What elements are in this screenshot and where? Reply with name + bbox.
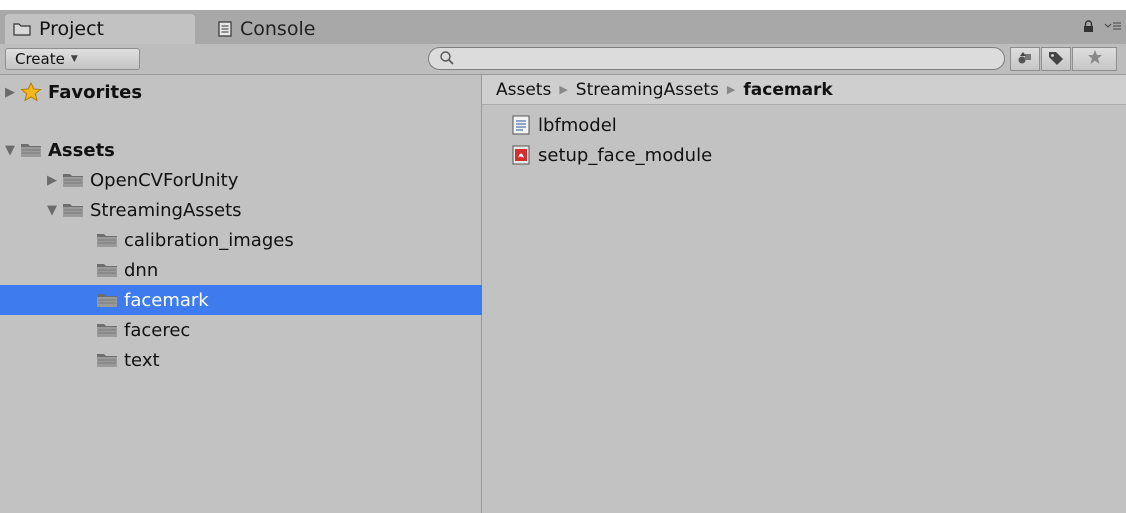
favorite-star-icon xyxy=(1087,49,1103,69)
folder-contents: Assets ▶ StreamingAssets ▶ facemark lbfm… xyxy=(482,75,1126,513)
breadcrumb-item[interactable]: Assets xyxy=(496,80,551,100)
tree-item-assets[interactable]: ▼ Assets xyxy=(0,135,483,165)
star-icon xyxy=(20,82,42,102)
search-input[interactable] xyxy=(459,48,990,71)
collapse-arrow-icon[interactable]: ▼ xyxy=(2,143,18,158)
breadcrumb-separator-icon: ▶ xyxy=(726,83,736,96)
filter-by-label-button[interactable] xyxy=(1041,47,1071,71)
collapse-arrow-icon[interactable]: ▼ xyxy=(44,203,60,218)
breadcrumb-item[interactable]: StreamingAssets xyxy=(576,80,719,100)
tree-item-favorites[interactable]: ▶ Favorites xyxy=(0,77,483,107)
search-icon xyxy=(439,50,455,70)
create-button[interactable]: Create ▼ xyxy=(5,48,140,70)
breadcrumb: Assets ▶ StreamingAssets ▶ facemark xyxy=(482,75,1126,105)
tree-item-label: StreamingAssets xyxy=(90,199,242,221)
text-document-icon xyxy=(512,115,530,135)
file-item-setup-face-module[interactable]: setup_face_module xyxy=(512,141,712,169)
expand-arrow-icon[interactable]: ▶ xyxy=(2,85,18,100)
breadcrumb-current[interactable]: facemark xyxy=(743,80,832,100)
toolbar: Create ▼ xyxy=(0,44,1126,75)
tree-item-label: facemark xyxy=(124,289,209,311)
folder-icon xyxy=(96,352,118,368)
filter-by-label-icon xyxy=(1048,50,1064,69)
tree-item-label: text xyxy=(124,349,160,371)
chevron-down-icon: ▼ xyxy=(70,54,78,64)
filter-by-type-button[interactable] xyxy=(1010,47,1040,71)
tree-item-label: Assets xyxy=(48,139,115,161)
tab-project-label: Project xyxy=(39,18,105,40)
folder-icon xyxy=(13,22,31,36)
tab-console-label: Console xyxy=(240,18,316,40)
tree-item-opencvforunity[interactable]: ▶ OpenCVForUnity xyxy=(0,165,525,195)
cropped-caption-strip xyxy=(0,0,1126,10)
breadcrumb-separator-icon: ▶ xyxy=(559,83,568,96)
filter-by-type-icon xyxy=(1017,50,1033,69)
folder-icon xyxy=(96,322,118,338)
console-icon xyxy=(218,21,232,37)
folder-icon xyxy=(96,292,118,308)
tab-project[interactable]: Project xyxy=(5,14,195,44)
create-button-label: Create xyxy=(15,50,65,68)
tree-item-label: dnn xyxy=(124,259,159,281)
folder-tree: ▶ Favorites ▼ Assets ▶ OpenCVForUnity ▼ xyxy=(0,75,575,513)
pdf-document-icon xyxy=(512,145,530,165)
file-label: lbfmodel xyxy=(538,114,617,136)
file-item-lbfmodel[interactable]: lbfmodel xyxy=(512,111,617,139)
tree-item-label: OpenCVForUnity xyxy=(90,169,239,191)
tree-item-label: calibration_images xyxy=(124,229,294,251)
folder-icon xyxy=(62,172,84,188)
expand-arrow-icon[interactable]: ▶ xyxy=(44,173,60,188)
tree-item-label: Favorites xyxy=(48,81,143,103)
context-menu-icon[interactable] xyxy=(1104,20,1122,36)
file-label: setup_face_module xyxy=(538,144,713,166)
project-window: Project Console Create ▼ ▶ Favorites ▼ A… xyxy=(0,10,1126,513)
favorite-star-button[interactable] xyxy=(1072,47,1117,71)
lock-icon[interactable] xyxy=(1083,20,1094,37)
folder-icon xyxy=(96,232,118,248)
tree-item-streamingassets[interactable]: ▼ StreamingAssets xyxy=(0,195,525,225)
folder-icon xyxy=(62,202,84,218)
tree-item-label: facerec xyxy=(124,319,191,341)
folder-icon xyxy=(96,262,118,278)
folder-icon xyxy=(20,142,42,158)
search-box[interactable] xyxy=(428,47,1005,71)
tab-bar: Project Console xyxy=(0,10,1126,44)
tab-console[interactable]: Console xyxy=(210,14,340,44)
